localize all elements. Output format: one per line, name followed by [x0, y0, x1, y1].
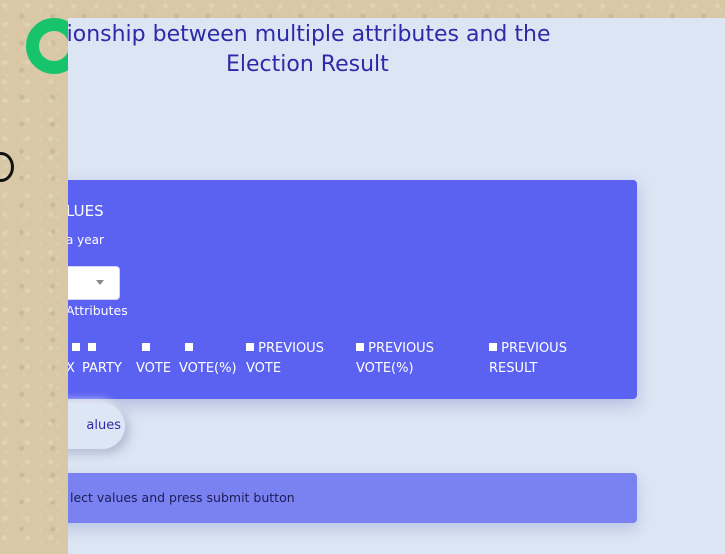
checkbox-label: PARTY — [82, 361, 122, 376]
checkbox-box[interactable] — [88, 343, 96, 351]
checkbox-previous-result[interactable]: PREVIOUS RESULT — [489, 339, 599, 379]
submit-values-button[interactable]: alues — [68, 403, 125, 449]
main-panel: tionship between multiple attributes and… — [68, 18, 725, 554]
ring-icon — [0, 152, 14, 182]
year-select[interactable] — [68, 266, 120, 300]
page-title-line2: Election Result — [226, 52, 389, 77]
checkbox-sex[interactable]: X — [68, 339, 80, 379]
checkbox-vote[interactable]: VOTE — [136, 339, 171, 379]
checkbox-box[interactable] — [142, 343, 150, 351]
checkbox-box[interactable] — [185, 343, 193, 351]
input-form-card: LUES a year Attributes X PARTY VOTE VOTE… — [68, 180, 637, 399]
checkbox-label: PREVIOUS VOTE — [246, 341, 324, 376]
attributes-label: Attributes — [68, 303, 128, 318]
form-heading: LUES — [68, 202, 104, 220]
checkbox-vote-percent[interactable]: VOTE(%) — [179, 339, 237, 379]
result-message: lect values and press submit button — [70, 490, 295, 505]
checkbox-box[interactable] — [72, 343, 80, 351]
checkbox-label: VOTE — [136, 361, 172, 376]
checkbox-label: PREVIOUS VOTE(%) — [356, 341, 434, 376]
checkbox-previous-vote-percent[interactable]: PREVIOUS VOTE(%) — [356, 339, 466, 379]
checkbox-party[interactable]: PARTY — [82, 339, 122, 379]
checkbox-label: VOTE(%) — [179, 361, 237, 376]
result-box: lect values and press submit button — [68, 473, 637, 523]
checkbox-box[interactable] — [246, 343, 254, 351]
checkbox-box[interactable] — [489, 343, 497, 351]
checkbox-box[interactable] — [356, 343, 364, 351]
checkbox-label: PREVIOUS RESULT — [489, 341, 567, 376]
checkbox-previous-vote[interactable]: PREVIOUS VOTE — [246, 339, 346, 379]
checkbox-label: X — [68, 361, 75, 376]
year-select-label: a year — [68, 233, 104, 247]
chevron-down-icon — [96, 280, 104, 285]
page-title-line1: tionship between multiple attributes and… — [68, 22, 551, 47]
